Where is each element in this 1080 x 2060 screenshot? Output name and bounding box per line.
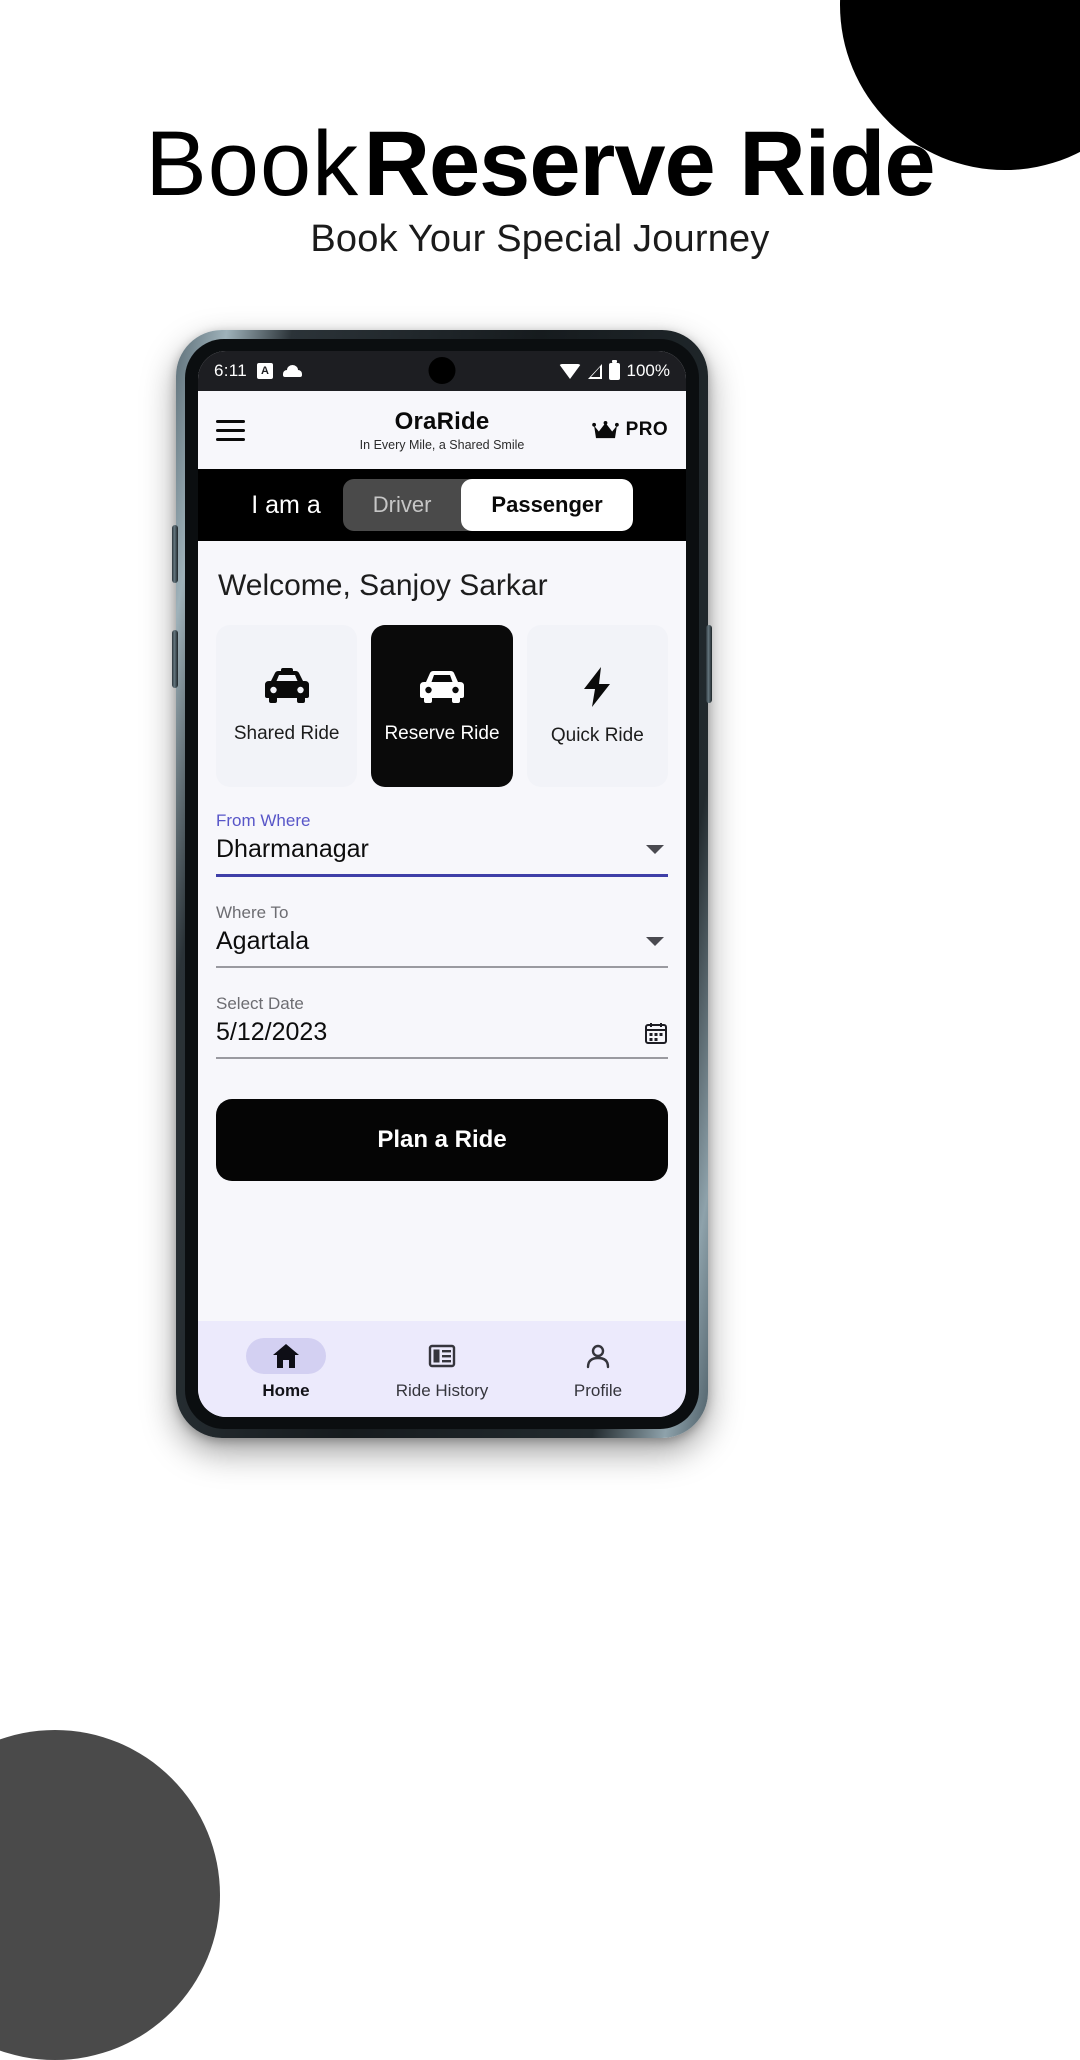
phone-screen: 6:11 A 100% OraRide In Every Mile, a Sha… (198, 351, 686, 1417)
promo-headline-bold: Reserve Ride (363, 113, 936, 215)
field-select-date-value: 5/12/2023 (216, 1018, 328, 1046)
ride-type-cards: Shared Ride Reserve Ride Quick Ride (216, 625, 668, 787)
person-icon (586, 1344, 610, 1368)
taxi-icon (264, 668, 309, 703)
ride-type-card-quick[interactable]: Quick Ride (526, 625, 668, 787)
field-select-date-label: Select Date (216, 994, 304, 1013)
calendar-icon[interactable] (644, 1021, 668, 1045)
nav-label-ride-history: Ride History (395, 1380, 489, 1400)
role-label: I am a (251, 490, 321, 519)
wifi-icon (558, 363, 581, 379)
status-bar: 6:11 A 100% (198, 351, 686, 391)
home-icon (273, 1343, 299, 1368)
decorative-blob-bottom-left (0, 1730, 220, 2060)
field-where-to-row[interactable]: Agartala (216, 927, 668, 968)
cloud-icon (283, 365, 303, 377)
nav-history-icon-wrap (402, 1338, 482, 1374)
pro-label: PRO (625, 419, 668, 440)
field-from-where-value: Dharmanagar (216, 835, 369, 863)
pro-badge[interactable]: PRO (591, 419, 668, 441)
ride-type-card-reserve[interactable]: Reserve Ride (371, 625, 513, 787)
nav-label-profile: Profile (573, 1380, 623, 1400)
car-icon (419, 671, 464, 703)
main-content: Welcome, Sanjoy Sarkar Shared Ride Reser… (198, 541, 686, 1321)
welcome-greeting: Welcome, Sanjoy Sarkar (218, 569, 548, 602)
camera-punch-hole (428, 357, 456, 384)
role-option-driver[interactable]: Driver (343, 479, 462, 531)
battery-percent: 100% (626, 361, 670, 380)
hamburger-icon[interactable] (216, 419, 245, 441)
volume-up-button[interactable] (172, 525, 178, 583)
status-bar-right: 100% (558, 359, 670, 381)
chevron-down-icon[interactable] (646, 845, 664, 854)
chevron-down-icon[interactable] (646, 937, 664, 946)
nav-label-home: Home (262, 1380, 310, 1400)
ride-type-label-quick: Quick Ride (550, 725, 644, 746)
plan-a-ride-button[interactable]: Plan a Ride (216, 1099, 668, 1181)
field-select-date[interactable]: Select Date 5/12/2023 (216, 994, 668, 1059)
list-icon (428, 1344, 456, 1367)
crown-icon (591, 420, 619, 438)
ride-type-label-shared: Shared Ride (233, 723, 340, 744)
role-selector-bar: I am a Driver Passenger (198, 469, 686, 541)
field-where-to[interactable]: Where To Agartala (216, 903, 668, 968)
bolt-icon (584, 667, 611, 707)
field-where-to-value: Agartala (216, 927, 310, 955)
app-header: OraRide In Every Mile, a Shared Smile PR… (198, 391, 686, 469)
ride-type-label-reserve: Reserve Ride (384, 723, 500, 744)
nav-home-icon-wrap (246, 1337, 326, 1374)
nav-item-ride-history[interactable]: Ride History (364, 1338, 520, 1401)
battery-icon (608, 359, 620, 380)
power-button[interactable] (706, 625, 712, 703)
ride-type-card-shared[interactable]: Shared Ride (216, 625, 358, 787)
field-from-where[interactable]: From Where Dharmanagar (216, 811, 668, 877)
promo-headline: Book Reserve Ride (0, 118, 1080, 210)
promo-subheadline: Book Your Special Journey (310, 218, 770, 260)
notification-a-icon: A (257, 363, 274, 379)
field-select-date-row[interactable]: 5/12/2023 (216, 1018, 668, 1059)
nav-profile-icon-wrap (558, 1338, 638, 1374)
role-option-passenger[interactable]: Passenger (461, 479, 633, 531)
nav-item-profile[interactable]: Profile (520, 1338, 676, 1401)
field-from-where-row[interactable]: Dharmanagar (216, 835, 668, 877)
phone-mockup: 6:11 A 100% OraRide In Every Mile, a Sha… (172, 330, 712, 1438)
status-bar-left: 6:11 A (214, 361, 303, 381)
field-where-to-label: Where To (216, 903, 289, 922)
volume-down-button[interactable] (172, 630, 178, 688)
status-time: 6:11 (214, 361, 248, 380)
field-from-where-label: From Where (216, 811, 311, 830)
nav-item-home[interactable]: Home (208, 1337, 364, 1401)
promo-headline-light: Book (145, 113, 360, 215)
signal-icon (587, 363, 602, 379)
ride-form: From Where Dharmanagar Where To Agartala… (216, 811, 668, 1085)
bottom-navigation: Home Ride History Profile (198, 1321, 686, 1417)
role-segmented-control: Driver Passenger (342, 479, 633, 531)
